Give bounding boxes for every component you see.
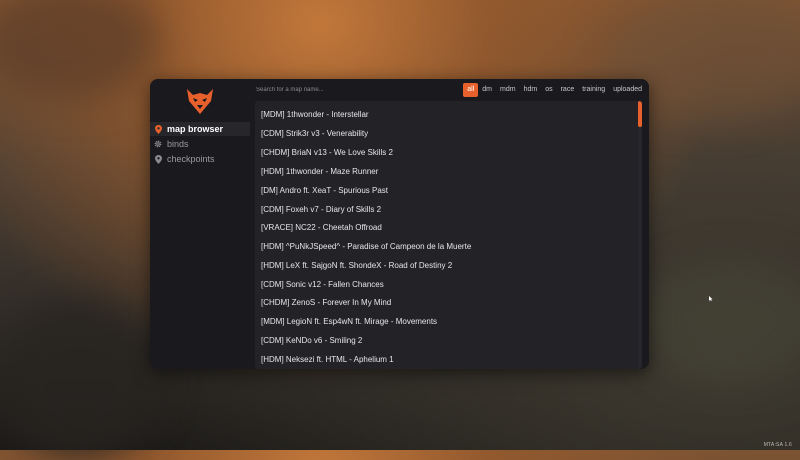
map-browser-window: map browser binds checkpoints all dm mdm… xyxy=(150,79,649,369)
tab-all[interactable]: all xyxy=(463,83,479,97)
scrollbar-track[interactable] xyxy=(638,101,642,369)
map-list-item[interactable]: [VRACE] NC22 - Cheetah Offroad xyxy=(255,218,638,237)
tab-dm[interactable]: dm xyxy=(478,83,496,97)
map-list-item[interactable]: [DM] Andro ft. XeaT - Spurious Past xyxy=(255,181,638,200)
map-list-item[interactable]: [HDM] ^PuNkJSpeed^ - Paradise of Campeon… xyxy=(255,237,638,256)
map-list: [MDM] 1thwonder - Interstellar [CDM] Str… xyxy=(255,101,642,369)
map-list-item[interactable]: [CDM] Strik3r v3 - Venerability xyxy=(255,124,638,143)
tab-training[interactable]: training xyxy=(578,83,609,97)
filter-tabs: all dm mdm hdm os race training uploaded xyxy=(463,83,646,97)
background-blur xyxy=(640,260,800,380)
map-list-item[interactable]: [CHDM] BriaN v13 - We Love Skills 2 xyxy=(255,143,638,162)
gear-icon xyxy=(154,139,162,149)
sidebar-item-binds[interactable]: binds xyxy=(150,137,250,151)
sidebar-item-label: map browser xyxy=(167,124,224,134)
tab-uploaded[interactable]: uploaded xyxy=(609,83,646,97)
map-list-item[interactable]: [MDM] 1thwonder - Interstellar xyxy=(255,105,638,124)
map-list-item[interactable]: [HDM] 1thwonder - Maze Runner xyxy=(255,162,638,181)
location-pin-icon xyxy=(154,154,162,164)
watermark: MTA:SA 1.6 xyxy=(763,442,792,448)
tab-mdm[interactable]: mdm xyxy=(496,83,520,97)
mouse-cursor-icon xyxy=(709,296,713,301)
tab-os[interactable]: os xyxy=(541,83,556,97)
map-list-item[interactable]: [HDM] LeX ft. SajgoN ft. ShondeX - Road … xyxy=(255,256,638,275)
scrollbar-thumb[interactable] xyxy=(638,101,642,127)
map-list-item[interactable]: [HDM] Neksezi ft. HTML - Aphelium 1 xyxy=(255,350,638,369)
sidebar-item-label: checkpoints xyxy=(167,154,215,164)
sidebar-item-map-browser[interactable]: map browser xyxy=(150,122,250,136)
map-list-item[interactable]: [CDM] KeNDo v6 - Smiling 2 xyxy=(255,331,638,350)
fox-head-logo xyxy=(187,89,213,114)
tab-race[interactable]: race xyxy=(557,83,579,97)
main-content: all dm mdm hdm os race training uploaded… xyxy=(250,79,649,369)
map-list-item[interactable]: [CDM] Sonic v12 - Fallen Chances xyxy=(255,275,638,294)
background-blur xyxy=(0,300,160,460)
sidebar-item-checkpoints[interactable]: checkpoints xyxy=(150,152,250,166)
location-pin-icon xyxy=(154,124,162,134)
search-input[interactable] xyxy=(256,83,456,97)
map-list-item[interactable]: [CHDM] ZenoS - Forever In My Mind xyxy=(255,293,638,312)
sidebar-item-label: binds xyxy=(167,139,189,149)
map-list-item[interactable]: [MDM] LegioN ft. Esp4wN ft. Mirage - Mov… xyxy=(255,312,638,331)
background-blur xyxy=(0,0,160,100)
sidebar: map browser binds checkpoints xyxy=(150,79,250,369)
tab-hdm[interactable]: hdm xyxy=(520,83,542,97)
map-list-item[interactable]: [CDM] Foxeh v7 - Diary of Skills 2 xyxy=(255,200,638,219)
